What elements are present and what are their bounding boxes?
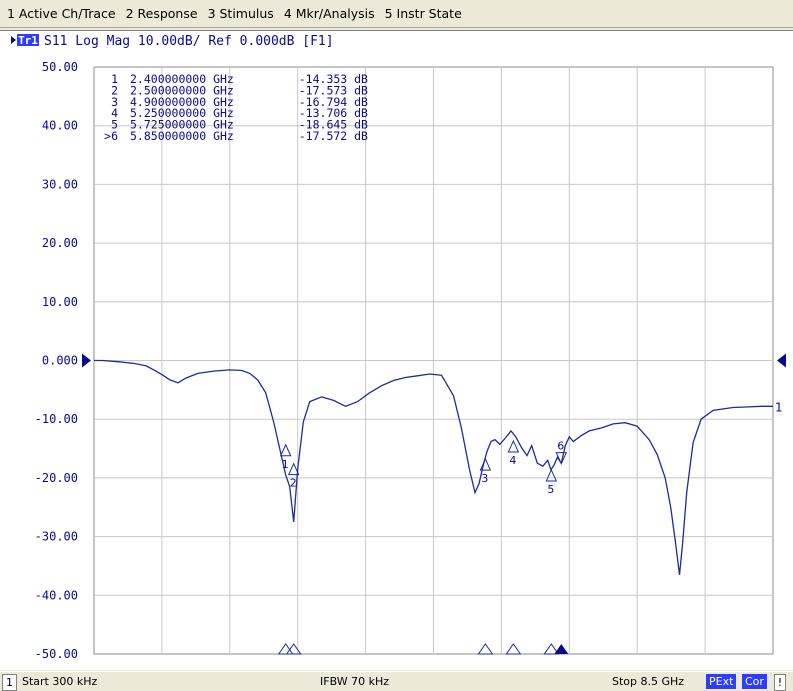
- marker-3-stimulus-icon[interactable]: [477, 643, 494, 655]
- marker-3-label: 3: [481, 472, 488, 485]
- menu-active-ch-trace[interactable]: 1 Active Ch/Trace: [2, 0, 121, 28]
- alert-indicator[interactable]: !: [774, 674, 786, 691]
- marker-4-icon[interactable]: [507, 439, 520, 453]
- stop-frequency[interactable]: Stop 8.5 GHz: [612, 674, 684, 690]
- y-tick-label: -30.00: [35, 530, 78, 544]
- y-tick-label: 40.00: [42, 119, 78, 133]
- marker-2-label: 2: [290, 477, 297, 490]
- marker-6-label: 6: [557, 440, 564, 453]
- marker-table-value: -17.572 dB: [299, 129, 368, 143]
- plot-area[interactable]: 50.00 40.00 30.00 20.00 10.00 0.000 -10.00 -20.…: [0, 30, 793, 670]
- correction-badge[interactable]: Cor: [742, 674, 767, 689]
- if-bandwidth[interactable]: IFBW 70 kHz: [320, 674, 389, 690]
- y-tick-label: -40.00: [35, 588, 78, 602]
- trace-badge[interactable]: Tr1: [18, 34, 38, 47]
- trace-header: Tr1 S11 Log Mag 10.00dB/ Ref 0.000dB [F1…: [11, 34, 334, 49]
- trace-layer: 1: [94, 359, 783, 575]
- marker-4-stimulus-icon[interactable]: [505, 643, 522, 655]
- y-tick-label: 50.00: [42, 60, 78, 74]
- start-frequency[interactable]: Start 300 kHz: [22, 674, 97, 690]
- s11-chart: 50.00 40.00 30.00 20.00 10.00 0.000 -10.00 -20.…: [11, 34, 786, 661]
- y-tick-label: 30.00: [42, 177, 78, 191]
- menu-instr-state[interactable]: 5 Instr State: [380, 0, 467, 28]
- y-tick-label: 10.00: [42, 295, 78, 309]
- grid: [93, 66, 774, 655]
- marker-table-id: >6: [104, 129, 118, 143]
- marker-1-icon[interactable]: [279, 443, 292, 457]
- marker-table-frequency: 5.850000000 GHz: [130, 129, 234, 143]
- marker-table: 1 2.400000000 GHz -14.353 dB2 2.500000000 G…: [104, 72, 368, 143]
- active-trace-indicator-icon: [11, 36, 16, 44]
- menu-stimulus[interactable]: 3 Stimulus: [203, 0, 279, 28]
- y-tick-label: -20.00: [35, 471, 78, 485]
- ref-level-right-arrow-icon[interactable]: [777, 353, 786, 368]
- trace-end-label: 1: [775, 400, 783, 414]
- y-tick-label: -50.00: [35, 647, 78, 661]
- y-tick-label: 0.000: [42, 354, 78, 368]
- marker-4-label: 4: [509, 454, 516, 467]
- marker-5-icon[interactable]: [545, 468, 558, 482]
- menu-bar: 1 Active Ch/Trace 2 Response 3 Stimulus …: [0, 0, 793, 28]
- port-extension-badge[interactable]: PExt: [706, 674, 737, 689]
- marker-5-label: 5: [547, 483, 554, 496]
- menu-mkr-analysis[interactable]: 4 Mkr/Analysis: [279, 0, 380, 28]
- status-bar: 1 Start 300 kHz IFBW 70 kHz Stop 8.5 GHz…: [0, 671, 793, 691]
- trace-header-text[interactable]: S11 Log Mag 10.00dB/ Ref 0.000dB [F1]: [44, 34, 334, 49]
- marker-6-stimulus-icon[interactable]: [554, 644, 569, 654]
- y-tick-label: -10.00: [35, 412, 78, 426]
- channel-indicator[interactable]: 1: [2, 674, 17, 691]
- y-tick-label: 20.00: [42, 236, 78, 250]
- ref-level-left-arrow-icon[interactable]: [82, 353, 91, 368]
- menu-response[interactable]: 2 Response: [121, 0, 203, 28]
- marker-1-label: 1: [282, 458, 289, 471]
- marker-layer: 12 3 4 5 6: [277, 439, 569, 655]
